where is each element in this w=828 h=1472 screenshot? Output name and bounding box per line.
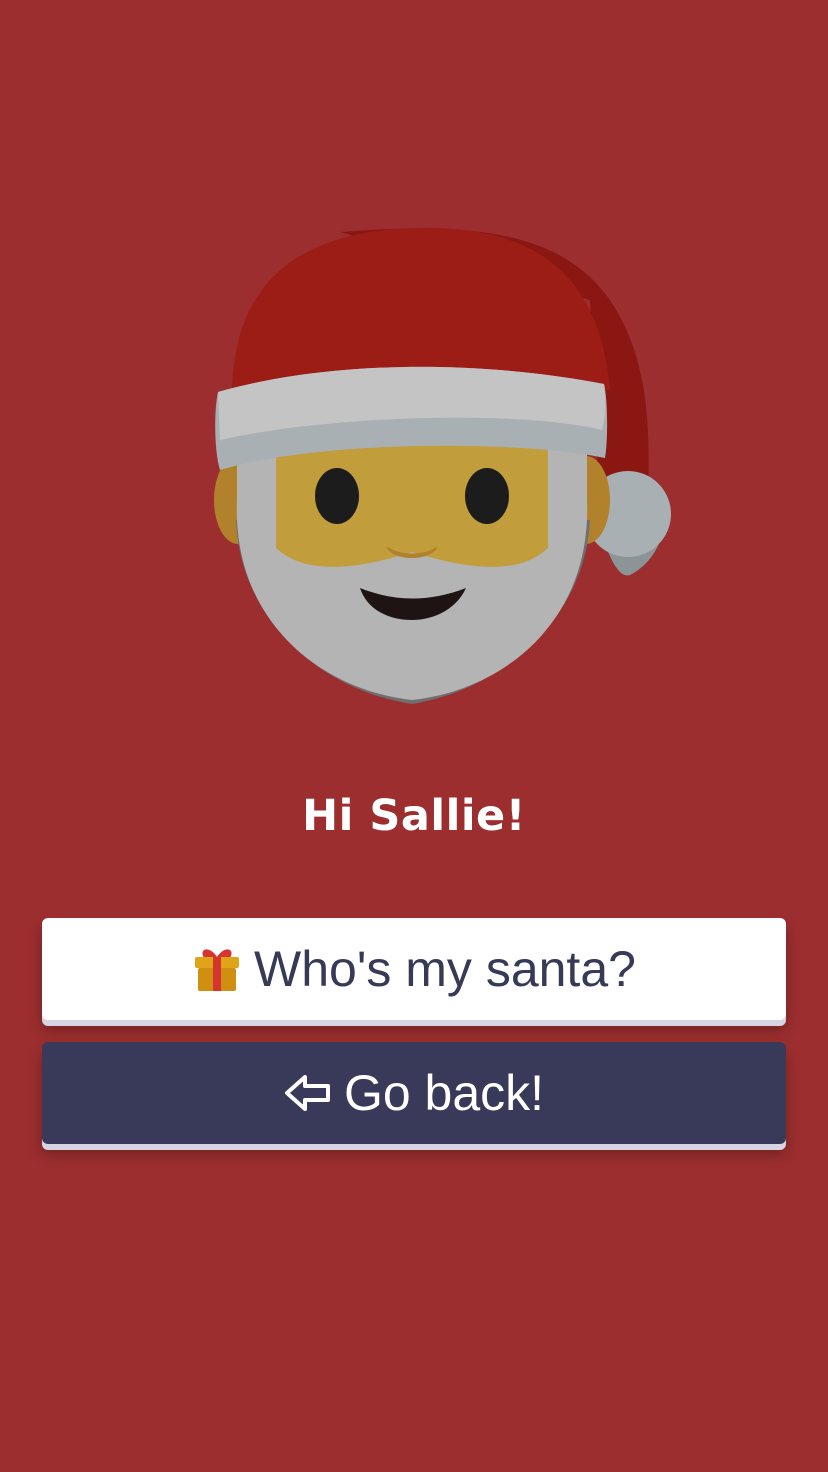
arrow-left-icon (284, 1073, 332, 1113)
santa-avatar (200, 222, 680, 712)
greeting-text: Hi Sallie! (302, 791, 526, 841)
gift-icon (192, 944, 242, 994)
whos-my-santa-label: Who's my santa? (254, 941, 636, 997)
whos-my-santa-button[interactable]: Who's my santa? (42, 918, 786, 1020)
santa-face-icon (214, 227, 671, 704)
go-back-label: Go back! (343, 1065, 545, 1121)
go-back-button[interactable]: Go back! (42, 1042, 786, 1144)
